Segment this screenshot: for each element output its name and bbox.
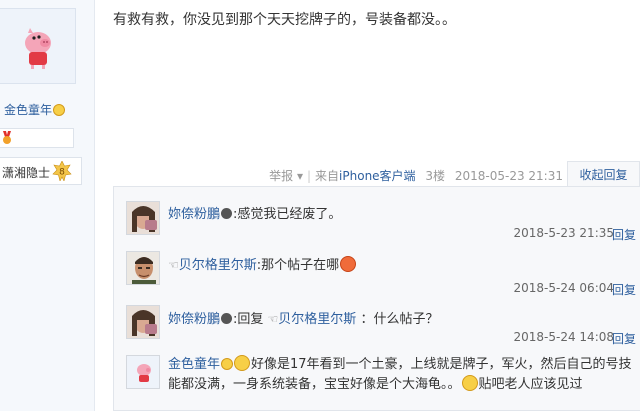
reply-body: ☜贝尔格里尔斯:那个帖子在哪 [168, 255, 638, 276]
user-photo-icon [127, 202, 159, 234]
level-number: 8 [59, 168, 65, 178]
client-name-link[interactable]: iPhone客户端 [339, 169, 416, 183]
hand-pointer-icon: ☜ [168, 258, 179, 272]
medal-icon [3, 131, 11, 144]
surprised-emoji-icon [234, 355, 251, 371]
vip-icon [221, 208, 233, 219]
reply-text-prefix: :回复 [233, 312, 268, 327]
pig-avatar-icon [127, 356, 159, 388]
quoted-username[interactable]: 贝尔格里尔斯 [278, 312, 356, 327]
reply-avatar[interactable] [126, 201, 160, 235]
reply-avatar[interactable] [126, 305, 160, 339]
reply-avatar[interactable] [126, 355, 160, 389]
reply-username[interactable]: 贝尔格里尔斯 [179, 258, 257, 273]
reply-text: :感觉我已经废了。 [233, 207, 342, 222]
reply-username[interactable]: 妳倷粉鵬 [168, 207, 220, 222]
floor-number: 3楼 [425, 169, 446, 183]
meta-separator: | [306, 169, 312, 183]
post-content: 有救有救，你没见到那个天天挖牌子的，号装备都没。。 [113, 12, 456, 28]
reply-body: 妳倷粉鵬 :回复 ☜贝尔格里尔斯 ：什么帖子？ [168, 309, 638, 330]
post-meta-bar: 举报 ▾ | 来自iPhone客户端 3楼 2018-05-23 21:31 收起回… [96, 161, 640, 188]
collapse-replies-button[interactable]: 收起回复 [567, 161, 640, 188]
client-prefix: 来自 [315, 169, 340, 183]
post-meta: 举报 ▾ | 来自iPhone客户端 3楼 2018-05-23 21:31 [269, 167, 563, 184]
user-avatar[interactable] [0, 8, 76, 84]
reply-username[interactable]: 妳倷粉鵬 [168, 312, 220, 327]
level-badge-icon: 8 [52, 161, 72, 181]
vip-icon [221, 313, 233, 324]
reply-username[interactable]: 金色童年 [168, 357, 220, 372]
rank-title: 潇湘隐士 [2, 166, 51, 180]
smiley-icon [53, 104, 66, 116]
reply-text-line1: 好像是17年看到一个土豪，上线就是牌子，军火，然后自己的号技 [251, 357, 632, 372]
pig-avatar-icon [25, 28, 51, 69]
reply-text: :那个帖子在哪 [256, 258, 340, 273]
reply-text-suffix: ：什么帖子？ [356, 312, 439, 327]
post-author-name[interactable]: 金色童年 [4, 101, 66, 118]
reply-text-line2-end: 贴吧老人应该见过 [478, 377, 583, 392]
hand-pointer-icon: ☜ [267, 312, 279, 326]
reply-text-line2: 能都没满，一身系统装备，宝宝好像是个大海龟。。 [168, 377, 461, 392]
medal-box [0, 128, 74, 148]
reply-body: 妳倷粉鵬 :感觉我已经废了。 [168, 205, 638, 225]
post-author-label[interactable]: 金色童年 [4, 103, 52, 117]
reply-button[interactable]: 回复 [612, 226, 636, 243]
reply-body: 金色童年 好像是17年看到一个土豪，上线就是牌子，军火，然后自己的号技 能都没满，… [168, 355, 638, 395]
reply-list: 妳倷粉鵬:感觉我已经废了。 2018-5-23 21:35 回复 ☜贝尔格里尔斯… [113, 186, 640, 411]
chevron-down-icon[interactable]: ▾ [297, 169, 303, 183]
reply-time: 2018-5-23 21:35 [513, 226, 615, 240]
rank-box: 潇湘隐士 8 [0, 157, 82, 185]
laugh-emoji-icon [461, 375, 478, 391]
reply-button[interactable]: 回复 [612, 330, 636, 347]
user-photo-icon [127, 252, 159, 284]
angry-emoji-icon [340, 256, 357, 272]
user-sidebar: 金色童年 潇湘隐士 8 [0, 0, 95, 411]
reply-time: 2018-5-24 06:04 [513, 281, 615, 295]
reply-button[interactable]: 回复 [612, 281, 636, 298]
post-datetime: 2018-05-23 21:31 [454, 169, 563, 183]
report-label[interactable]: 举报 [269, 169, 293, 183]
smiley-icon [221, 358, 234, 370]
reply-avatar[interactable] [126, 251, 160, 285]
report-link[interactable]: 举报 ▾ [269, 169, 303, 183]
user-photo-icon [127, 306, 159, 338]
reply-time: 2018-5-24 14:08 [513, 330, 615, 344]
